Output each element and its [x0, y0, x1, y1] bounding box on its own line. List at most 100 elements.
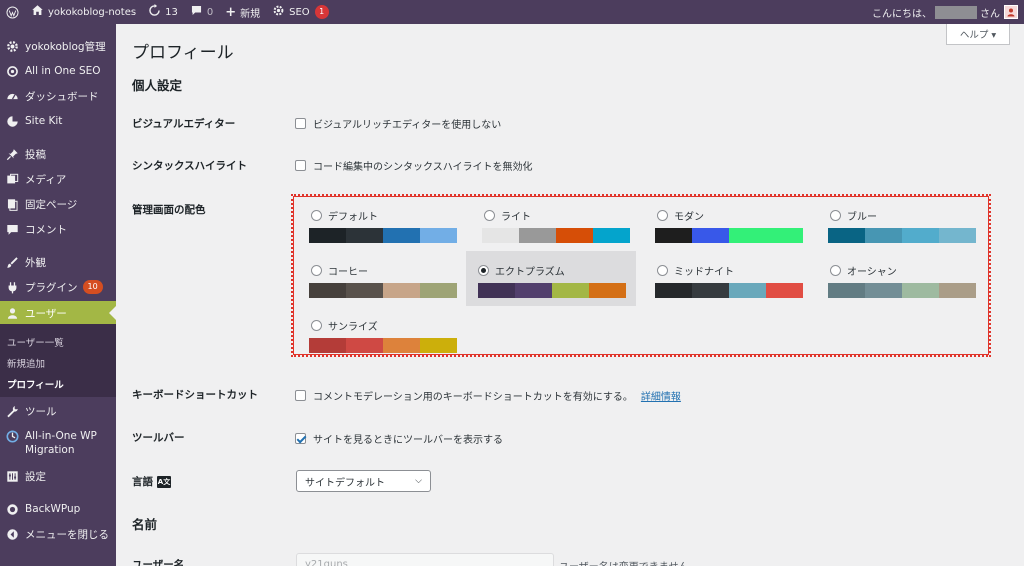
color-scheme-blue[interactable]: ブルー — [816, 200, 986, 250]
color-scheme-light[interactable]: ライト — [470, 200, 640, 250]
updates-link[interactable]: 13 — [142, 0, 184, 24]
sidebar-item-sitekit[interactable]: Site Kit — [0, 111, 116, 131]
comment-bubble-icon — [190, 4, 203, 20]
username-field[interactable]: y21guns — [296, 553, 554, 566]
sidebar-item-label: メニューを閉じる — [25, 528, 109, 541]
plugin-update-badge: 10 — [82, 280, 103, 294]
color-scheme-coffee[interactable]: コーヒー — [297, 255, 467, 305]
sidebar-item-migration[interactable]: All-in-One WP Migration — [0, 429, 116, 459]
sidebar-item-settings[interactable]: 設定 — [0, 466, 116, 486]
sidebar-item-plugins[interactable]: プラグイン 10 — [0, 277, 116, 297]
sidebar-item-pages[interactable]: 固定ページ — [0, 194, 116, 214]
syntax-highlight-option[interactable]: コード編集中のシンタックスハイライトを無効化 — [295, 158, 533, 173]
color-scheme-radio[interactable] — [830, 210, 841, 221]
color-swatches — [655, 228, 803, 243]
sidebar-item-backwpup[interactable]: BackWPup — [0, 499, 116, 519]
language-select-value: サイトデフォルト — [305, 477, 385, 489]
color-scheme-midnight[interactable]: ミッドナイト — [643, 255, 813, 305]
main-content: ヘルプ ▾ プロフィール 個人設定 ビジュアルエディター ビジュアルリッチエディ… — [116, 24, 1024, 566]
color-scheme-default[interactable]: デフォルト — [297, 200, 467, 250]
sidebar-item-label: ユーザー — [25, 307, 67, 320]
keyboard-shortcuts-label: キーボードショートカット — [132, 389, 258, 401]
color-scheme-radio[interactable] — [657, 265, 668, 276]
more-info-link[interactable]: 詳細情報 — [641, 388, 681, 403]
greeting: こんにちは、 — [872, 8, 932, 20]
sidebar-item-label: BackWPup — [25, 503, 81, 515]
color-scheme-radio[interactable] — [830, 265, 841, 276]
syntax-highlight-checkbox[interactable] — [295, 160, 306, 171]
color-scheme-name: モダン — [674, 212, 704, 223]
color-scheme-name: サンライズ — [328, 322, 378, 333]
submenu-item-all-users[interactable]: ユーザー一覧 — [7, 335, 64, 349]
color-scheme-sunrise[interactable]: サンライズ — [297, 310, 467, 360]
sidebar-item-label: All in One SEO — [25, 65, 101, 77]
username-label: ユーザー名 — [132, 559, 185, 566]
submenu-item-profile[interactable]: プロフィール — [7, 377, 64, 391]
visual-editor-option[interactable]: ビジュアルリッチエディターを使用しない — [295, 116, 501, 131]
collapse-icon — [5, 527, 19, 541]
visual-editor-checkbox[interactable] — [295, 118, 306, 129]
color-scheme-radio[interactable] — [311, 320, 322, 331]
sidebar-item-label: 設定 — [25, 470, 46, 483]
color-scheme-name: コーヒー — [328, 267, 368, 278]
sidebar-item-yokokoblog[interactable]: yokokoblog管理 — [0, 36, 116, 56]
sidebar-item-comments[interactable]: コメント — [0, 219, 116, 239]
sidebar-item-dashboard[interactable]: ダッシュボード — [0, 86, 116, 106]
color-scheme-ectoplasm[interactable]: エクトプラズム — [466, 251, 636, 306]
chevron-down-icon: ⌵ — [415, 476, 422, 486]
keyboard-shortcuts-option[interactable]: コメントモデレーション用のキーボードショートカットを有効にする。 詳細情報 — [295, 388, 681, 403]
color-swatches — [309, 283, 457, 298]
media-icon — [5, 172, 19, 186]
syntax-highlight-label: シンタックスハイライト — [132, 160, 247, 172]
sidebar-item-posts[interactable]: 投稿 — [0, 144, 116, 164]
help-button[interactable]: ヘルプ ▾ — [946, 24, 1010, 45]
seo-label: SEO — [289, 6, 310, 18]
new-content-link[interactable]: + 新規 — [219, 0, 266, 24]
sidebar-item-label: All-in-One WP Migration — [25, 430, 97, 456]
wordpress-logo-icon[interactable] — [0, 0, 25, 24]
sidebar-item-aioseo[interactable]: All in One SEO — [0, 61, 116, 81]
color-scheme-radio[interactable] — [311, 210, 322, 221]
keyboard-shortcuts-checkbox[interactable] — [295, 390, 306, 401]
color-scheme-modern[interactable]: モダン — [643, 200, 813, 250]
sidebar-item-label: メディア — [25, 173, 67, 186]
color-scheme-radio[interactable] — [311, 265, 322, 276]
color-scheme-picker: デフォルト ライト モダン ブルー コーヒー エクトプラズム ミッドナイト オー… — [291, 194, 991, 357]
toolbar-option[interactable]: サイトを見るときにツールバーを表示する — [295, 431, 503, 446]
color-scheme-radio[interactable] — [478, 265, 489, 276]
sidebar-item-users[interactable]: ユーザー — [0, 301, 116, 325]
color-scheme-name: ライト — [501, 212, 531, 223]
gear-icon — [5, 39, 19, 53]
backwpup-icon — [5, 502, 19, 516]
site-name-link[interactable]: yokokoblog-notes — [25, 0, 142, 24]
sitekit-icon — [5, 114, 19, 128]
seo-gear-icon — [272, 4, 285, 20]
personal-settings-title: 個人設定 — [132, 78, 183, 93]
sidebar-item-tools[interactable]: ツール — [0, 401, 116, 421]
submenu-item-add-new[interactable]: 新規追加 — [7, 356, 45, 370]
settings-icon — [5, 469, 19, 483]
color-scheme-name: エクトプラズム — [495, 267, 565, 278]
site-name: yokokoblog-notes — [48, 6, 137, 18]
color-scheme-radio[interactable] — [484, 210, 495, 221]
color-scheme-ocean[interactable]: オーシャン — [816, 255, 986, 305]
color-scheme-radio[interactable] — [657, 210, 668, 221]
sidebar-item-label: yokokoblog管理 — [25, 40, 106, 53]
seo-link[interactable]: SEO 1 — [266, 0, 335, 24]
sidebar-item-appearance[interactable]: 外観 — [0, 252, 116, 272]
language-select[interactable]: サイトデフォルト ⌵ — [296, 470, 431, 492]
sidebar-item-media[interactable]: メディア — [0, 169, 116, 189]
account-menu[interactable]: こんにちは、 さん — [872, 5, 1024, 20]
comment-icon — [5, 222, 19, 236]
collapse-menu-button[interactable]: メニューを閉じる — [0, 524, 116, 544]
sidebar-item-label: プラグイン — [25, 281, 78, 294]
plugin-icon — [5, 280, 19, 294]
comments-link[interactable]: 0 — [184, 0, 219, 24]
visual-editor-option-label: ビジュアルリッチエディターを使用しない — [313, 120, 502, 131]
color-scheme-name: デフォルト — [328, 212, 378, 223]
brush-icon — [5, 255, 19, 269]
color-scheme-name: ミッドナイト — [674, 267, 734, 278]
toolbar-checkbox[interactable] — [295, 433, 306, 444]
sidebar-item-label: 投稿 — [25, 148, 46, 161]
language-label-text: 言語 — [132, 476, 153, 488]
